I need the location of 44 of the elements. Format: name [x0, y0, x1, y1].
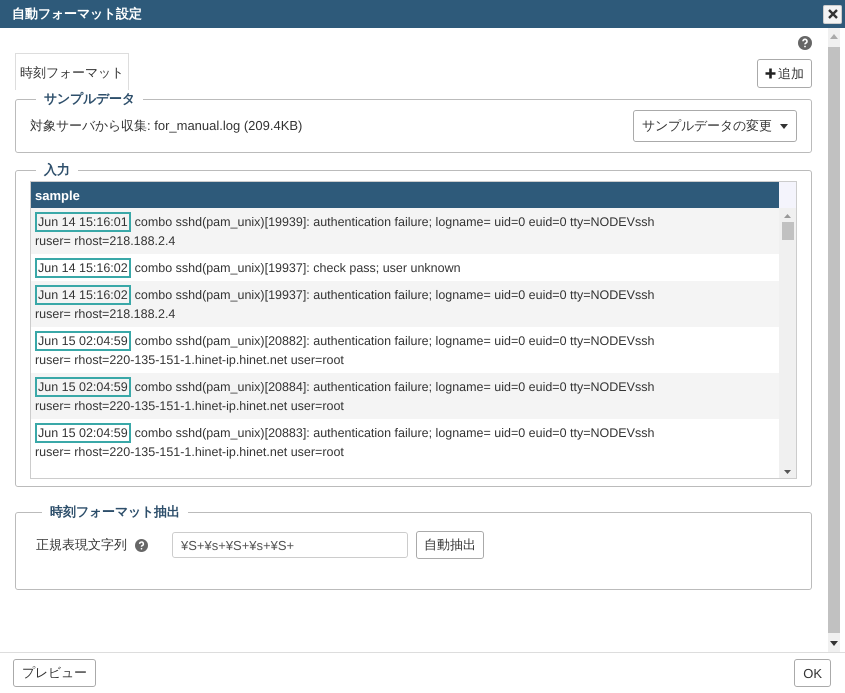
scrollbar-thumb[interactable] [782, 222, 794, 240]
column-header: sample [34, 188, 81, 202]
timestamp-highlight: Jun 15 02:04:59 [35, 423, 131, 443]
timestamp-highlight: Jun 14 15:16:02 [35, 258, 131, 278]
source-text: 対象サーバから収集: for_manual.log (209.4KB) [30, 117, 302, 135]
close-button[interactable] [823, 4, 842, 24]
section-legend: サンプルデータ [36, 90, 143, 108]
section-legend: 入力 [36, 161, 78, 179]
preview-button[interactable]: プレビュー [13, 659, 96, 687]
regex-input-field[interactable]: ¥S+¥s+¥S+¥s+¥S+ [172, 532, 408, 558]
section-legend: 時刻フォーマット抽出 [42, 503, 188, 521]
auto-extract-button[interactable]: 自動抽出 [416, 531, 484, 559]
caret-icon [780, 124, 788, 128]
timestamp-highlight: Jun 14 15:16:01 [35, 212, 131, 232]
log-message: combo sshd(pam_unix)[20884]: authentication failure; logname= uid=0 euid=0 tty=NODEVssh [134, 378, 654, 396]
change-sample-dropdown[interactable]: サンプルデータの変更 [633, 110, 797, 142]
log-message: ruser= rhost=220-135-151-1.hinet-ip.hinet.net user=root [35, 352, 345, 369]
field-label: 正規表現文字列 [36, 536, 127, 554]
log-message: ruser= rhost=218.188.2.4 [35, 233, 176, 250]
window-title: 自動フォーマット設定 [12, 5, 142, 23]
scroll-down-icon[interactable] [830, 641, 838, 646]
log-message: combo sshd(pam_unix)[20883]: authentication failure; logname= uid=0 euid=0 tty=NODEVssh [134, 424, 654, 442]
log-message: combo sshd(pam_unix)[20882]: authentication failure; logname= uid=0 euid=0 tty=NODEVssh [134, 332, 654, 350]
log-message: combo sshd(pam_unix)[19937]: authentication failure; logname= uid=0 euid=0 tty=NODEVssh [134, 286, 654, 304]
timestamp-highlight: Jun 15 02:04:59 [35, 377, 131, 397]
timestamp-highlight: Jun 15 02:04:59 [35, 331, 131, 351]
scrollbar[interactable] [779, 208, 796, 478]
close-icon [828, 9, 838, 19]
log-message: ruser= rhost=220-135-151-1.hinet-ip.hinet.net user=root [35, 444, 345, 461]
log-message: ruser= rhost=218.188.2.4 [35, 306, 176, 323]
scroll-down-icon[interactable] [784, 470, 791, 474]
tab[interactable]: 時刻フォーマット [15, 53, 129, 90]
ok-button[interactable]: OK [794, 659, 831, 687]
scrollbar-corner [779, 182, 796, 208]
timestamp-highlight: Jun 14 15:16:02 [35, 285, 131, 305]
scroll-up-icon[interactable] [784, 214, 791, 218]
help-icon[interactable] [135, 538, 148, 552]
add-button[interactable]: 追加 [757, 59, 812, 88]
log-message: combo sshd(pam_unix)[19939]: authentication failure; logname= uid=0 euid=0 tty=NODEVssh [134, 214, 654, 231]
log-message: ruser= rhost=220-135-151-1.hinet-ip.hinet.net user=root [35, 398, 345, 415]
scroll-up-icon[interactable] [830, 34, 838, 39]
help-icon[interactable] [798, 36, 812, 50]
log-message: combo sshd(pam_unix)[19937]: check pass; user unknown [134, 260, 461, 277]
plus-icon [765, 68, 776, 79]
